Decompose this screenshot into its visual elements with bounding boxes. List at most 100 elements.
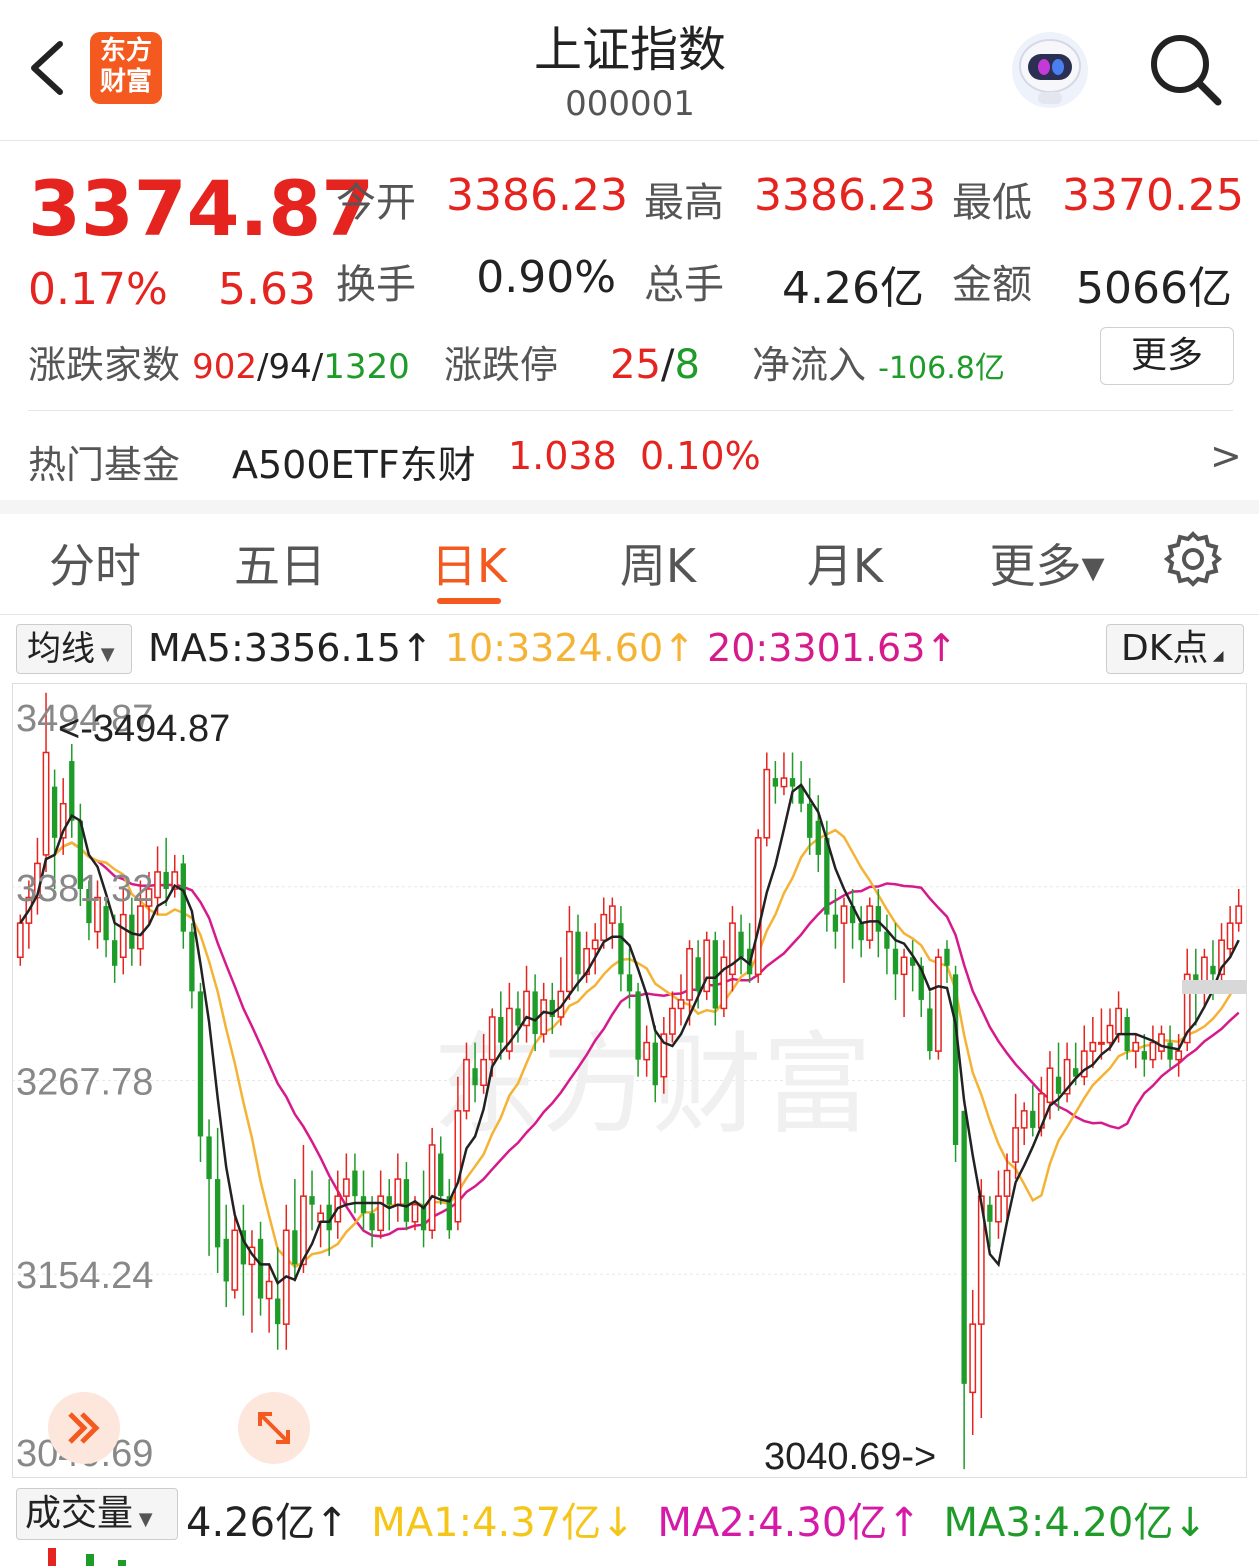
tab-five-day[interactable]: 五日 [225, 530, 335, 596]
candlestick-chart[interactable]: 东方财富 3494.873381.323267.783154.243040.69… [12, 683, 1247, 1478]
candle-body-up [1149, 1041, 1157, 1061]
candle-body-down [223, 1238, 229, 1282]
candle-body-down [386, 1196, 392, 1205]
candle-body-up [488, 1016, 496, 1061]
candle-body-up [454, 1110, 462, 1223]
decline-count: 1320 [323, 347, 410, 387]
candle-body-up [754, 837, 762, 976]
candle-body-up [608, 905, 616, 924]
candle-body-up [540, 999, 548, 1035]
candle-body-up [1020, 1110, 1028, 1129]
candle-body-down [618, 923, 624, 975]
tab-daily-k[interactable]: 日K [414, 530, 524, 596]
limit-up-down: 涨跌停 25/8 [444, 342, 700, 388]
volume-bar [86, 1554, 94, 1566]
candle-body-down [652, 1042, 658, 1086]
volume-selector[interactable]: 成交量 ▼ [16, 1488, 178, 1540]
candle-body-down [472, 1068, 478, 1086]
net-inflow-label: 净流入 [752, 343, 867, 387]
turnover-value: 0.90% [476, 252, 616, 303]
candle-body-up [480, 1058, 488, 1086]
candle-body-down [163, 871, 169, 890]
amount-value: 5066亿 [1076, 263, 1232, 314]
candle-body-down [112, 940, 118, 966]
candle-body-up [1106, 1024, 1114, 1044]
candle-body-down [197, 991, 204, 1137]
tab-weekly-k[interactable]: 周K [603, 530, 713, 596]
y-tick-label: 3267.78 [16, 1062, 153, 1104]
candle-body-up [1089, 1041, 1097, 1052]
low-value: 3370.25 [1062, 170, 1244, 221]
candle-body-up [995, 1195, 1002, 1223]
min-price-label: 3040.69-> [764, 1436, 936, 1478]
candle-body-down [875, 906, 881, 932]
candle-body-down [961, 1110, 967, 1384]
volume-ma1: MA1:4.37亿↓ [371, 1500, 635, 1546]
candle-body-up [566, 930, 573, 993]
y-tick-label: 3154.24 [16, 1255, 153, 1297]
turnover-label: 换手 [336, 262, 416, 308]
limit-up-count: 25 [610, 342, 662, 388]
candle-body-up [317, 1212, 325, 1223]
settings-gear-icon[interactable] [1164, 530, 1222, 588]
candle-body-up [1132, 1041, 1140, 1052]
candle-body-up [1046, 1067, 1054, 1104]
volume-label: 总手 [644, 262, 724, 308]
candle-body-down [369, 1213, 375, 1231]
tab-more[interactable]: 更多▾ [982, 530, 1112, 596]
candle-body-down [927, 1008, 933, 1052]
volume-ma2: MA2:4.30亿↑ [657, 1500, 921, 1546]
app-logo[interactable]: 东方 财富 [90, 32, 162, 104]
dk-point-selector[interactable]: DK点 ◢ [1106, 624, 1244, 674]
search-icon[interactable] [1148, 32, 1224, 108]
ma-legend: MA5:3356.15↑ 10:3324.60↑ 20:3301.63↑ [148, 626, 957, 670]
expand-left-button[interactable] [48, 1392, 120, 1464]
candle-body-up [600, 913, 608, 941]
candle-body-down [206, 1136, 212, 1180]
back-arrow-icon[interactable] [24, 36, 74, 100]
candle-body-up [840, 905, 848, 924]
low-label: 最低 [952, 180, 1032, 226]
candle-body-up [1098, 1041, 1105, 1045]
candle-body-down [772, 778, 779, 787]
candle-body-up [394, 1178, 402, 1206]
candle-body-up [934, 956, 942, 1052]
candle-body-up [154, 871, 161, 899]
candle-body-up [42, 751, 50, 856]
candle-body-up [342, 1178, 350, 1197]
advance-count: 902 [192, 347, 258, 387]
logo-text-line1: 东方 [99, 36, 152, 66]
candle-body-down [532, 991, 538, 1035]
ma-selector-label: 均线 [27, 629, 95, 669]
candle-body-down [275, 1298, 281, 1325]
candle-body-down [292, 1230, 298, 1265]
amount-label: 金额 [952, 262, 1032, 308]
volume-legend: 4.26亿↑ MA1:4.37亿↓ MA2:4.30亿↑ MA3:4.20亿↓ [186, 1490, 1207, 1548]
flat-count: 94 [268, 347, 312, 387]
tab-intraday[interactable]: 分时 [40, 530, 150, 596]
open-value: 3386.23 [446, 170, 628, 221]
logo-text-line2: 财富 [99, 67, 152, 97]
candle-body-down [69, 761, 75, 821]
candle-body-up [969, 1323, 977, 1394]
section-gap [0, 500, 1259, 514]
limit-label: 涨跌停 [444, 343, 559, 387]
hot-fund-price: 1.038 [508, 434, 617, 478]
candle-body-down [51, 786, 58, 838]
ma-selector[interactable]: 均线 ▼ [16, 624, 132, 674]
more-quote-button[interactable]: 更多 [1100, 327, 1234, 385]
candle-body-down [214, 1179, 221, 1248]
candle-body-down [575, 931, 581, 975]
change-amount: 5.63 [218, 264, 316, 315]
candle-body-up [668, 1007, 676, 1035]
candle-body-down [515, 1008, 521, 1026]
advance-decline: 涨跌家数 902/94/1320 [28, 343, 410, 387]
candle-body-down [738, 931, 744, 958]
candle-body-up [686, 947, 693, 1001]
fullscreen-button[interactable] [238, 1392, 310, 1464]
assistant-robot-icon[interactable] [1008, 26, 1092, 110]
hot-fund-row[interactable]: 热门基金 A500ETF东财 1.038 0.10% > [0, 412, 1259, 500]
candle-body-down [952, 974, 959, 1145]
tab-monthly-k[interactable]: 月K [790, 530, 900, 596]
candle-body-up [377, 1195, 385, 1232]
